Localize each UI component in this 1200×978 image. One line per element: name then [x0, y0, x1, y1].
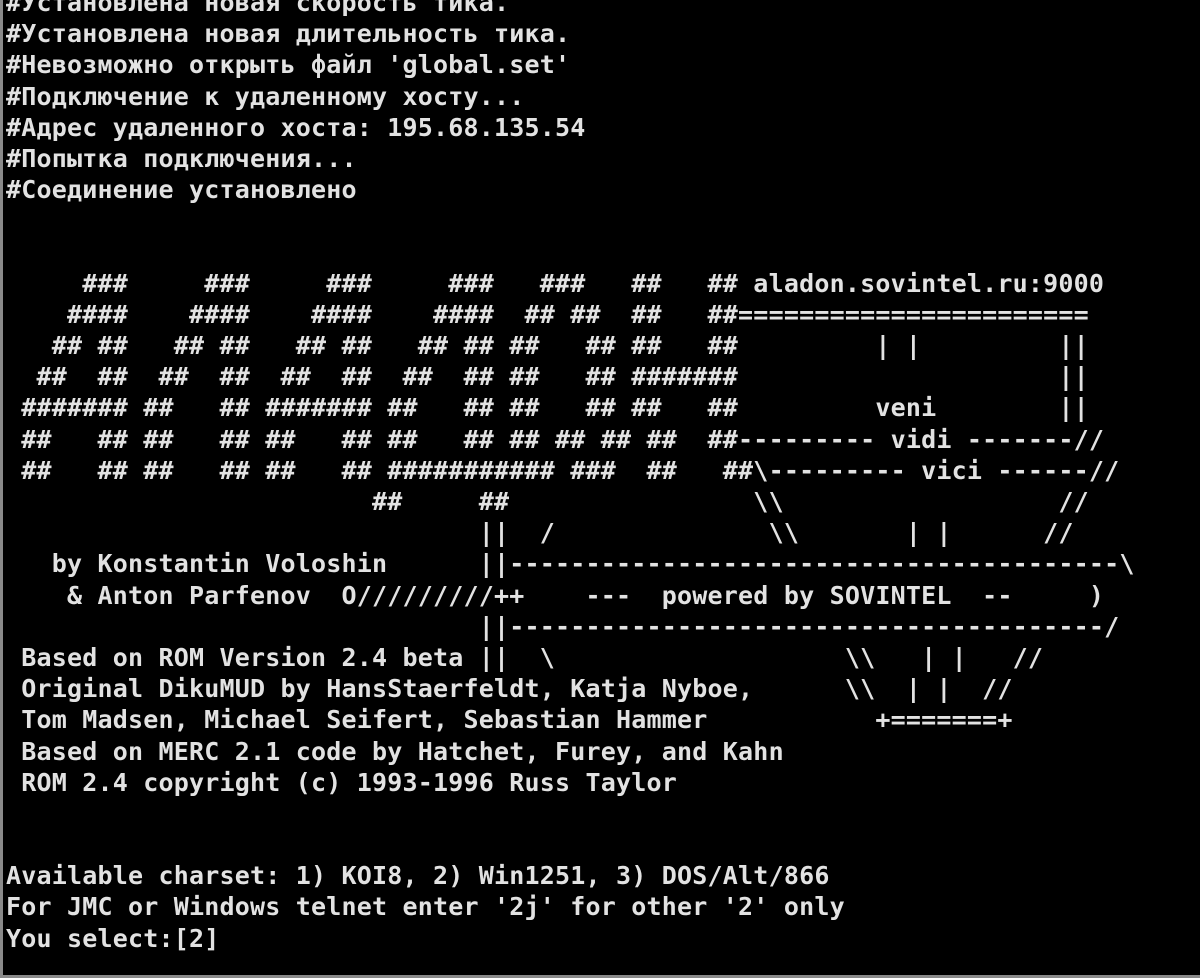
- terminal-line: #Подключение к удаленному хосту...: [6, 81, 525, 111]
- terminal-line: ## ## ## ## ## ## ########### ### ## ##\…: [6, 455, 1120, 485]
- terminal-line: ## ## ## ## ## ## ## ## ## ## ## ## | | …: [6, 331, 1089, 361]
- terminal-line: || / \\ | | //: [6, 518, 1074, 548]
- terminal-line: ||--------------------------------------…: [6, 611, 1120, 641]
- terminal-line: ### ### ### ### ### ## ## aladon.sovinte…: [6, 268, 1105, 298]
- terminal-window[interactable]: #Установлена новая скорость тика. #Устано…: [0, 0, 1200, 978]
- terminal-line: For JMC or Windows telnet enter '2j' for…: [6, 892, 845, 922]
- terminal-line: #Невозможно открыть файл 'global.set': [6, 50, 571, 80]
- charset-input[interactable]: [2]: [174, 924, 220, 953]
- terminal-line: #Установлена новая скорость тика.: [6, 0, 510, 17]
- terminal-line: Original DikuMUD by HansStaerfeldt, Katj…: [6, 674, 1013, 704]
- terminal-line: #Адрес удаленного хоста: 195.68.135.54: [6, 112, 586, 142]
- terminal-line: Tom Madsen, Michael Seifert, Sebastian H…: [6, 705, 1013, 735]
- terminal-line: & Anton Parfenov O/////////++ --- powere…: [6, 580, 1105, 610]
- terminal-line: ## ## \\ //: [6, 487, 1089, 516]
- terminal-line: Available charset: 1) KOI8, 2) Win1251, …: [6, 861, 830, 891]
- terminal-line: ####### ## ## ####### ## ## ## ## ## ## …: [6, 393, 1089, 423]
- terminal-line: #### #### #### #### ## ## ## ##=========…: [6, 299, 1089, 329]
- terminal-line: Based on ROM Version 2.4 beta || \ \\ | …: [6, 642, 1044, 672]
- terminal-line: by Konstantin Voloshin ||---------------…: [6, 549, 1135, 579]
- terminal-line: ROM 2.4 copyright (c) 1993-1996 Russ Tay…: [6, 767, 678, 797]
- terminal-line: ## ## ## ## ## ## ## ## ## ## ####### ||: [6, 362, 1089, 392]
- terminal-line: #Установлена новая длительность тика.: [6, 19, 571, 49]
- terminal-line: ## ## ## ## ## ## ## ## ## ## ## ## ##--…: [6, 424, 1105, 454]
- prompt-label: You select:: [6, 923, 174, 953]
- terminal-output: #Установлена новая скорость тика. #Устано…: [6, 0, 1135, 954]
- terminal-line: Based on MERC 2.1 code by Hatchet, Furey…: [6, 736, 784, 766]
- terminal-line: #Попытка подключения...: [6, 143, 357, 173]
- terminal-line: #Соединение установлено: [6, 175, 357, 205]
- prompt-line: You select:[2]: [6, 923, 1135, 954]
